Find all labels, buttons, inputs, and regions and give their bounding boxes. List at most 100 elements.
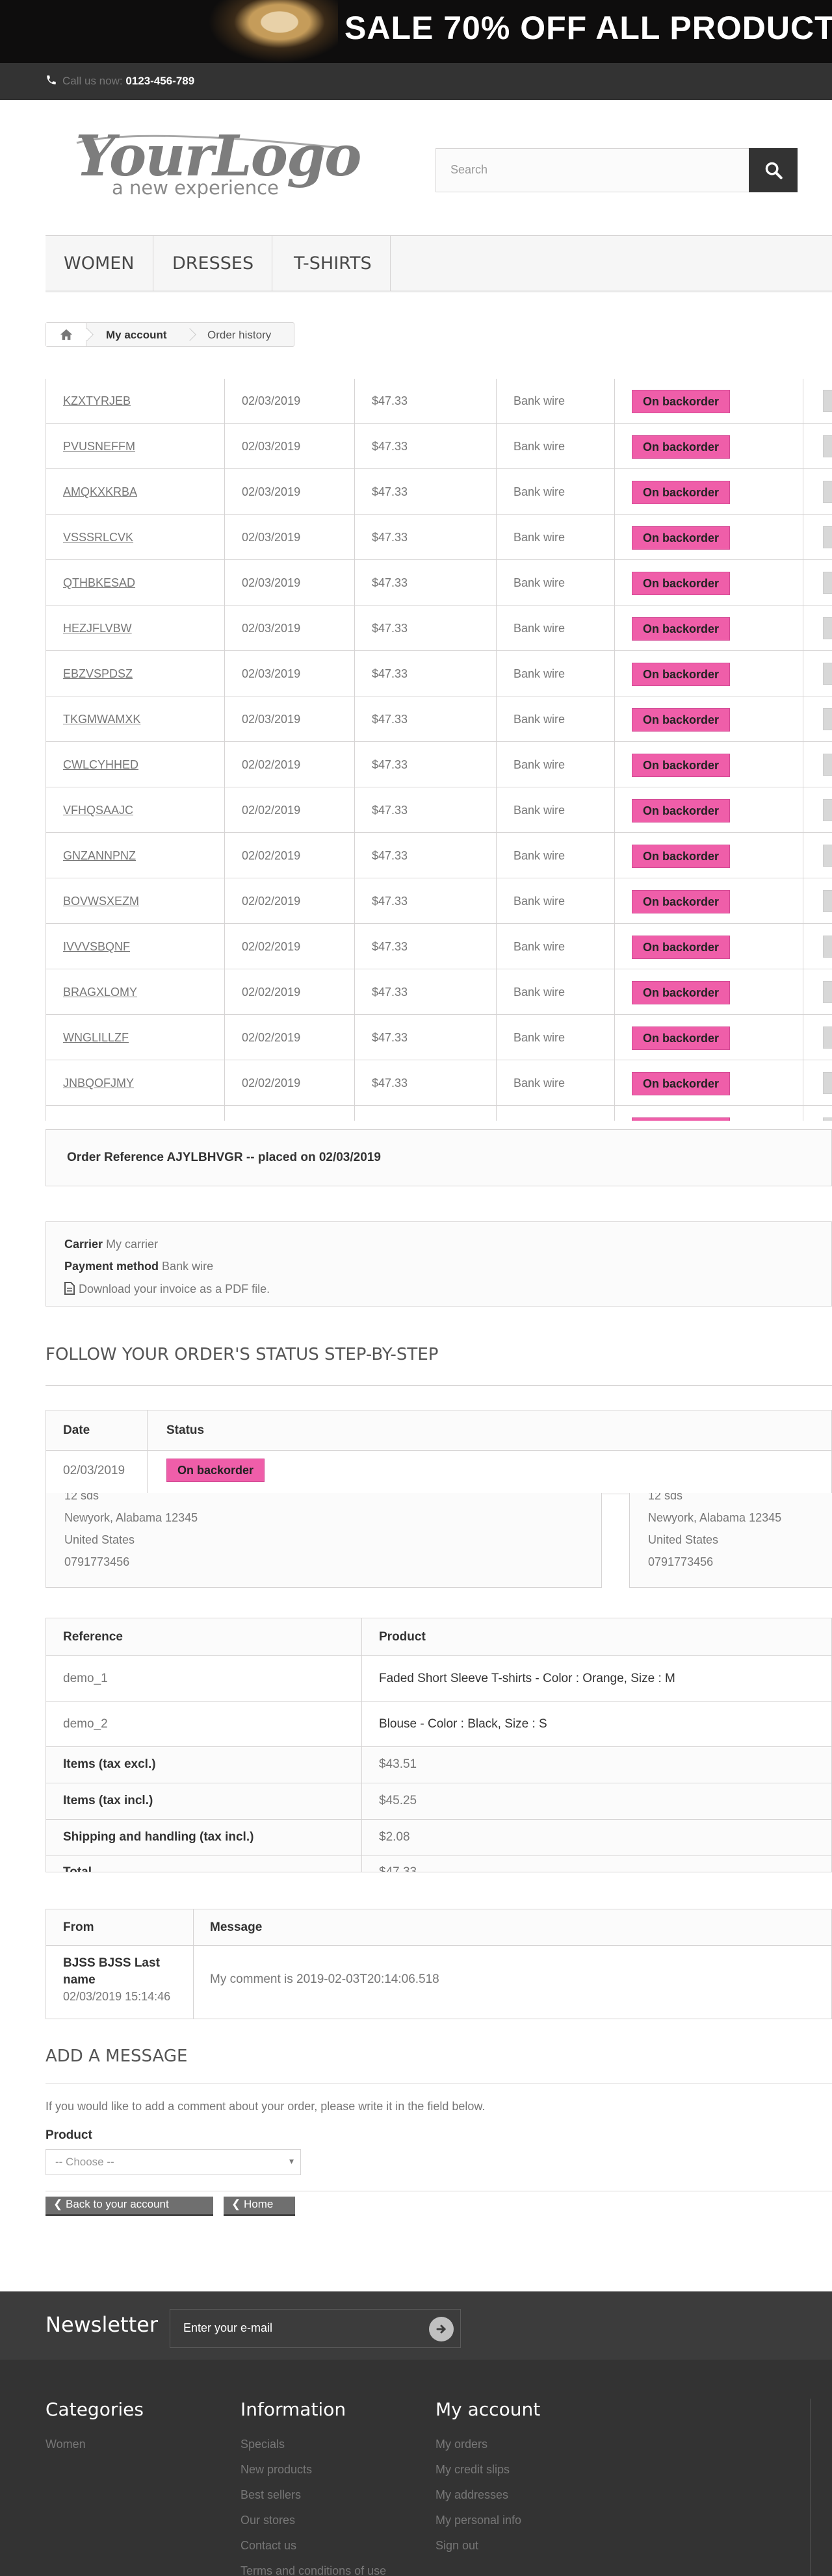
order-reference-link[interactable]: DIMCYTQEB (46, 1106, 225, 1121)
order-details-button[interactable] (823, 754, 832, 776)
menu-item-tshirts[interactable]: T-shirts (276, 236, 391, 291)
order-details-button[interactable] (823, 845, 832, 867)
order-reference-link[interactable]: GNZANNPNZ (46, 833, 225, 878)
footer-link[interactable]: My personal info (436, 2514, 521, 2527)
order-row[interactable]: BRAGXLOMY 02/02/2019 $47.33 Bank wire On bac… (46, 969, 832, 1015)
chevron-left-icon: ❮ (53, 2198, 63, 2210)
order-reference-link[interactable]: BOVWSXEZM (46, 878, 225, 924)
menu-item-dresses[interactable]: Dresses (154, 236, 273, 291)
order-row[interactable]: TKGMWAMXK 02/03/2019 $47.33 Bank wire On bac… (46, 696, 832, 742)
order-reference-box: Order Reference AJYLBHVGR -- placed on 0… (46, 1129, 832, 1186)
order-row[interactable]: KZXTYRJEB 02/03/2019 $47.33 Bank wire On bac… (46, 379, 832, 424)
newsletter-submit-button[interactable] (429, 2317, 454, 2341)
menu-item-women[interactable]: Women (46, 236, 153, 291)
footer-link[interactable]: Best sellers (240, 2488, 301, 2502)
order-details-button[interactable] (823, 981, 832, 1003)
status-badge: On backorder (632, 572, 731, 596)
totals-row: Items (tax excl.) $43.51 (46, 1747, 831, 1783)
home-label: Home (243, 2198, 274, 2210)
total-label: Total (63, 1865, 92, 1872)
column-divider (147, 1410, 148, 1494)
footer-link[interactable]: New products (240, 2463, 312, 2477)
column-divider (361, 1618, 362, 1872)
promo-banner[interactable]: SALE 70% OFF ALL PRODUCTS (0, 0, 832, 63)
totals-row: Total $47.33 (46, 1856, 831, 1872)
footer-link[interactable]: Our stores (240, 2514, 295, 2527)
status-badge: On backorder (632, 754, 731, 778)
order-details-button[interactable] (823, 708, 832, 730)
order-reference-link[interactable]: HEZJFLVBW (46, 606, 225, 651)
order-details-button[interactable] (823, 572, 832, 594)
order-reference-link[interactable]: KZXTYRJEB (46, 379, 225, 424)
footer-link[interactable]: My orders (436, 2438, 488, 2451)
order-row[interactable]: VSSSRLCVK 02/03/2019 $47.33 Bank wire On bac… (46, 515, 832, 560)
order-reference-link[interactable]: EBZVSPDSZ (46, 651, 225, 696)
order-reference-link[interactable]: VSSSRLCVK (46, 515, 225, 560)
status-badge: On backorder (632, 1117, 731, 1121)
order-row[interactable]: WNGLILLZF 02/02/2019 $47.33 Bank wire On bac… (46, 1015, 832, 1060)
order-reference-link[interactable]: AMQKXKRBA (46, 469, 225, 515)
site-logo[interactable]: YourLogo a new experience (70, 123, 361, 201)
status-badge: On backorder (632, 617, 731, 641)
order-details-button[interactable] (823, 1117, 832, 1121)
order-reference-link[interactable]: VFHQSAAJC (46, 787, 225, 833)
order-details-button[interactable] (823, 390, 832, 412)
order-row[interactable]: PVUSNEFFM 02/03/2019 $47.33 Bank wire On bac… (46, 424, 832, 469)
order-reference-link[interactable]: TKGMWAMXK (46, 696, 225, 742)
footer-link[interactable]: Women (46, 2438, 86, 2451)
order-row[interactable]: BOVWSXEZM 02/02/2019 $47.33 Bank wire On bac… (46, 878, 832, 924)
order-reference-link[interactable]: PVUSNEFFM (46, 424, 225, 469)
order-reference-link[interactable]: IVVVSBQNF (46, 924, 225, 969)
order-reference-link[interactable]: QTHBKESAD (46, 560, 225, 606)
footer-link[interactable]: My addresses (436, 2488, 508, 2502)
order-status: On backorder (615, 742, 803, 787)
search-button[interactable] (749, 148, 798, 192)
order-price: $47.33 (355, 379, 497, 424)
order-row[interactable]: JNBQOFJMY 02/02/2019 $47.33 Bank wire On bac… (46, 1060, 832, 1106)
column-divider (193, 1909, 194, 2019)
order-row[interactable]: AMQKXKRBA 02/03/2019 $47.33 Bank wire On bac… (46, 469, 832, 515)
order-details-button[interactable] (823, 663, 832, 685)
order-history-table[interactable]: KZXTYRJEB 02/03/2019 $47.33 Bank wire On bac… (46, 379, 832, 1121)
order-details-button[interactable] (823, 1072, 832, 1094)
order-date: 02/03/2019 (225, 696, 355, 742)
order-reference-link[interactable]: WNGLILLZF (46, 1015, 225, 1060)
order-details-button[interactable] (823, 526, 832, 548)
invoice-link[interactable]: Download your invoice as a PDF file. (64, 1282, 270, 1296)
order-row[interactable]: QTHBKESAD 02/03/2019 $47.33 Bank wire On bac… (46, 560, 832, 606)
order-products-table[interactable]: Reference Product demo_1 Faded Short Sle… (46, 1618, 832, 1872)
footer-link[interactable]: Contact us (240, 2539, 296, 2553)
order-details-button[interactable] (823, 617, 832, 639)
order-row[interactable]: HEZJFLVBW 02/03/2019 $47.33 Bank wire On bac… (46, 606, 832, 651)
newsletter-email-input[interactable]: Enter your e-mail (170, 2309, 461, 2348)
product-select[interactable]: -- Choose -- ▾ (46, 2149, 301, 2175)
order-details-button[interactable] (823, 799, 832, 821)
order-row[interactable]: CWLCYHHED 02/02/2019 $47.33 Bank wire On bac… (46, 742, 832, 787)
footer-link[interactable]: Specials (240, 2438, 285, 2451)
order-details-button[interactable] (823, 890, 832, 912)
breadcrumb-my-account[interactable]: My account (106, 329, 167, 342)
totals-row: Items (tax incl.) $45.25 (46, 1783, 831, 1820)
order-details-button[interactable] (823, 435, 832, 457)
order-details-button[interactable] (823, 1027, 832, 1049)
order-row[interactable]: EBZVSPDSZ 02/03/2019 $47.33 Bank wire On bac… (46, 651, 832, 696)
footer-link[interactable]: Terms and conditions of use (240, 2564, 386, 2576)
order-reference-link[interactable]: JNBQOFJMY (46, 1060, 225, 1106)
order-details-button[interactable] (823, 481, 832, 503)
order-row[interactable]: IVVVSBQNF 02/02/2019 $47.33 Bank wire On bac… (46, 924, 832, 969)
footer-link[interactable]: My credit slips (436, 2463, 510, 2477)
back-to-account-button[interactable]: ❮ Back to your account (46, 2197, 213, 2216)
order-info-box: Carrier My carrier Payment method Bank w… (46, 1221, 832, 1307)
footer-link[interactable]: Sign out (436, 2539, 478, 2553)
order-details-button[interactable] (823, 936, 832, 958)
search-input[interactable]: Search (436, 148, 751, 192)
order-row[interactable]: DIMCYTQEB02/02/2019$47.33Bank wire On bac… (46, 1106, 832, 1121)
order-payment: Bank wire (497, 924, 615, 969)
order-reference-link[interactable]: CWLCYHHED (46, 742, 225, 787)
order-status: On backorder (615, 651, 803, 696)
order-reference-link[interactable]: BRAGXLOMY (46, 969, 225, 1015)
home-button[interactable]: ❮ Home (224, 2197, 295, 2216)
order-row[interactable]: GNZANNPNZ 02/02/2019 $47.33 Bank wire On bac… (46, 833, 832, 878)
total-value: $2.08 (379, 1830, 410, 1844)
order-row[interactable]: VFHQSAAJC 02/02/2019 $47.33 Bank wire On bac… (46, 787, 832, 833)
